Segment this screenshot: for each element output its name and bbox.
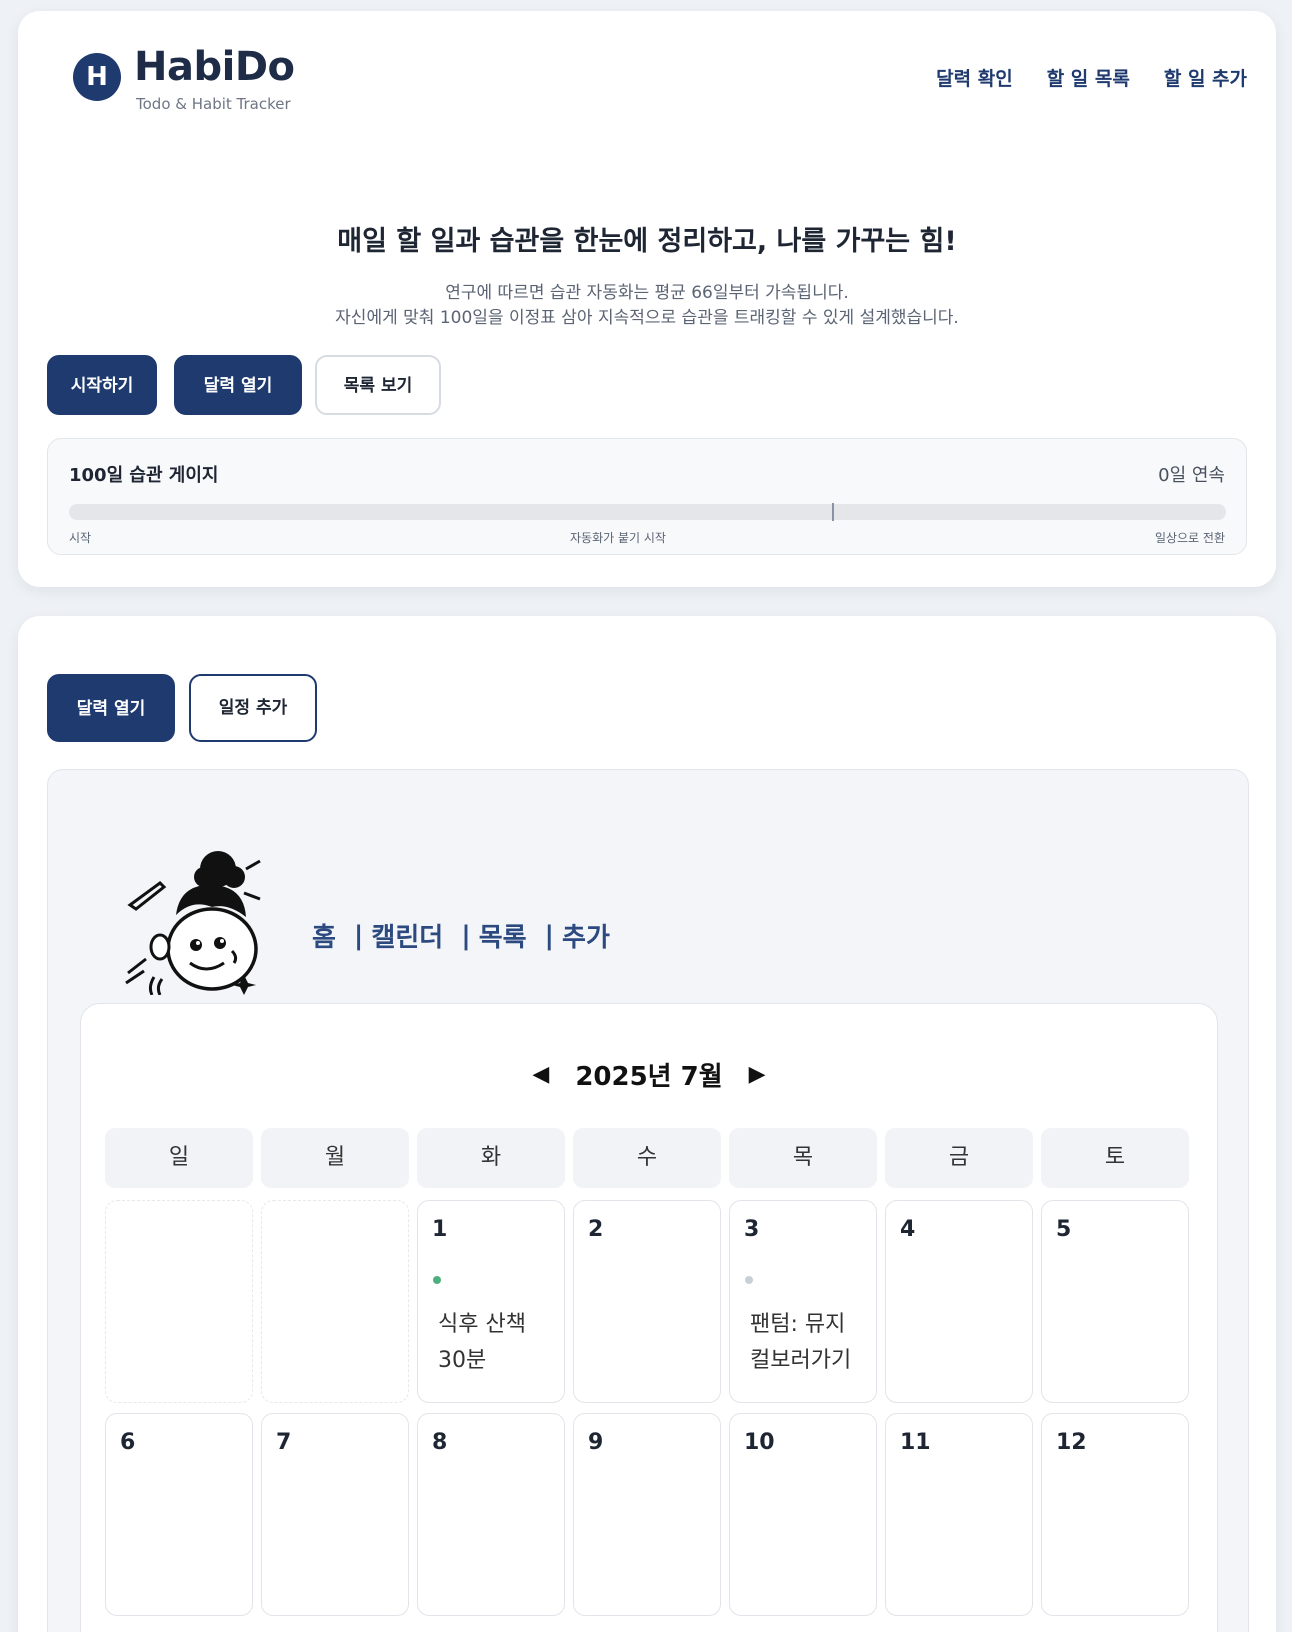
nav-add-todo-link[interactable]: 할 일 추가 [1164, 64, 1247, 91]
gauge-label-end: 일상으로 전환 [1154, 531, 1225, 545]
day-cell-empty [105, 1200, 253, 1403]
day-number: 12 [1056, 1430, 1087, 1455]
day-number: 4 [900, 1217, 916, 1242]
open-calendar-button-2[interactable]: 달력 열기 [47, 674, 175, 742]
nav-calendar-link[interactable]: 달력 확인 [936, 64, 1013, 91]
mini-nav-add[interactable]: 추가 [562, 917, 610, 954]
month-title: 2025년 7월 [575, 1062, 723, 1092]
day-number: 6 [120, 1430, 136, 1455]
start-button[interactable]: 시작하기 [47, 355, 157, 415]
weekday-thu: 목 [729, 1128, 877, 1188]
day-cell[interactable]: 1 식후 산책 30분 [417, 1200, 565, 1403]
day-cell[interactable]: 6 [105, 1413, 253, 1616]
hero-desc-line-2: 자신에게 맞춰 100일을 이정표 삼아 지속적으로 습관을 트래킹할 수 있게… [335, 308, 959, 328]
view-list-button[interactable]: 목록 보기 [315, 355, 441, 415]
day-cell[interactable]: 12 [1041, 1413, 1189, 1616]
day-number: 9 [588, 1430, 604, 1455]
mini-nav-list[interactable]: 목록 [479, 917, 527, 954]
mini-nav: 홈 | 캘린더 | 목록 | 추가 [312, 917, 628, 954]
day-number: 10 [744, 1430, 775, 1455]
day-cell[interactable]: 3 팬텀: 뮤지컬보러가기 [729, 1200, 877, 1403]
mini-nav-separator: | [544, 920, 555, 951]
calendar-panel: 홈 | 캘린더 | 목록 | 추가 ◀ 2025년 7월 ▶ 일 월 화 수 목… [47, 769, 1249, 1632]
event-title[interactable]: 식후 산책 30분 [438, 1307, 548, 1379]
girl-mascot-illustration [125, 851, 261, 995]
calendar-card: 달력 열기 일정 추가 홈 | 캘린더 | 목록 | 추가 ◀ 2025년 7월… [18, 616, 1276, 1632]
add-event-button[interactable]: 일정 추가 [189, 674, 317, 742]
event-dot-icon [433, 1276, 441, 1284]
gauge-label-start: 시작 [69, 531, 92, 545]
open-calendar-button[interactable]: 달력 열기 [174, 355, 302, 415]
weekday-fri: 금 [885, 1128, 1033, 1188]
day-cell[interactable]: 7 [261, 1413, 409, 1616]
nav-todo-list-link[interactable]: 할 일 목록 [1047, 64, 1130, 91]
mini-nav-separator: | [461, 920, 471, 951]
day-cell-empty [261, 1200, 409, 1403]
day-number: 11 [900, 1430, 931, 1455]
day-cell[interactable]: 5 [1041, 1200, 1189, 1403]
month-calendar: ◀ 2025년 7월 ▶ 일 월 화 수 목 금 토 1 식후 산책 30분 2… [80, 1003, 1218, 1632]
logo-icon[interactable]: H [73, 53, 121, 101]
brand-tagline: Todo & Habit Tracker [136, 95, 291, 113]
weekday-header: 일 월 화 수 목 금 토 [105, 1128, 1189, 1188]
hero-title: 매일 할 일과 습관을 한눈에 정리하고, 나를 가꾸는 힘! [337, 226, 957, 257]
event-title[interactable]: 팬텀: 뮤지컬보러가기 [750, 1307, 860, 1379]
weekday-sun: 일 [105, 1128, 253, 1188]
event-dot-icon [745, 1276, 753, 1284]
day-number: 3 [744, 1217, 760, 1242]
gauge-track [69, 504, 1226, 520]
day-number: 8 [432, 1430, 448, 1455]
weekday-mon: 월 [261, 1128, 409, 1188]
day-cell[interactable]: 8 [417, 1413, 565, 1616]
day-cell[interactable]: 11 [885, 1413, 1033, 1616]
hero-card: H HabiDo Todo & Habit Tracker 달력 확인 할 일 … [18, 11, 1276, 587]
day-cell[interactable]: 9 [573, 1413, 721, 1616]
weekday-wed: 수 [573, 1128, 721, 1188]
streak-count: 0일 연속 [1158, 465, 1225, 486]
mini-nav-calendar[interactable]: 캘린더 [371, 917, 443, 954]
day-cell[interactable]: 10 [729, 1413, 877, 1616]
prev-month-arrow-icon[interactable]: ◀ [532, 1062, 549, 1087]
weekday-sat: 토 [1041, 1128, 1189, 1188]
day-number: 1 [432, 1217, 448, 1242]
hero-description: 연구에 따르면 습관 자동화는 평균 66일부터 가속됩니다. 자신에게 맞춰 … [18, 281, 1276, 331]
day-cell[interactable]: 4 [885, 1200, 1033, 1403]
gauge-66-day-marker [832, 503, 834, 521]
day-cell[interactable]: 2 [573, 1200, 721, 1403]
brand-name[interactable]: HabiDo [134, 44, 295, 90]
top-nav: 달력 확인 할 일 목록 할 일 추가 [936, 64, 1247, 91]
habit-gauge: 100일 습관 게이지 0일 연속 시작 자동화가 붙기 시작 일상으로 전환 [47, 438, 1247, 555]
gauge-label-mid: 자동화가 붙기 시작 [570, 531, 666, 545]
mini-nav-home[interactable]: 홈 [312, 917, 336, 954]
month-header: ◀ 2025년 7월 ▶ [81, 1056, 1217, 1093]
hero-desc-line-1: 연구에 따르면 습관 자동화는 평균 66일부터 가속됩니다. [445, 283, 849, 303]
day-number: 2 [588, 1217, 604, 1242]
next-month-arrow-icon[interactable]: ▶ [749, 1062, 766, 1087]
day-number: 7 [276, 1430, 292, 1455]
day-number: 5 [1056, 1217, 1072, 1242]
gauge-title: 100일 습관 게이지 [69, 465, 219, 486]
mini-nav-separator: | [353, 920, 364, 951]
day-grid: 1 식후 산책 30분 2 3 팬텀: 뮤지컬보러가기 4 5 6 7 8 9 … [105, 1200, 1189, 1616]
weekday-tue: 화 [417, 1128, 565, 1188]
